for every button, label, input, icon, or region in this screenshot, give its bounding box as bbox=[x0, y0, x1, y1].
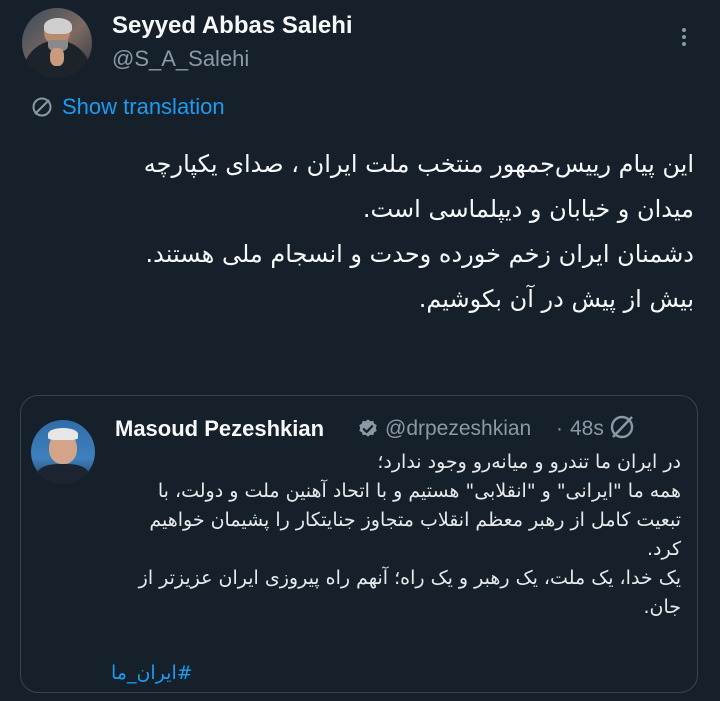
tweet-text-line: بیش از پیش در آن بکوشیم. bbox=[418, 285, 694, 313]
author-avatar[interactable] bbox=[22, 8, 92, 78]
verified-badge-icon bbox=[359, 419, 377, 437]
quoted-author-handle[interactable]: @drpezeshkian bbox=[385, 417, 531, 441]
tweet-text-line: این پیام رییس‌جمهور منتخب ملت ایران ، صد… bbox=[143, 150, 694, 178]
grok-icon[interactable] bbox=[607, 412, 637, 442]
quoted-text-line: کرد. bbox=[646, 538, 681, 560]
quoted-text-line: تبعیت کامل از رهبر معظم انقلاب متجاوز جن… bbox=[149, 509, 681, 531]
hashtag-link[interactable]: #ایران_ما bbox=[111, 662, 193, 684]
author-handle[interactable]: @S_A_Salehi bbox=[112, 46, 249, 72]
tweet: Seyyed Abbas Salehi @S_A_Salehi Show tra… bbox=[0, 0, 720, 701]
author-display-name[interactable]: Seyyed Abbas Salehi bbox=[112, 12, 353, 40]
quoted-timestamp[interactable]: 48s bbox=[570, 417, 604, 441]
more-dots-icon[interactable] bbox=[672, 22, 696, 52]
quoted-text-line: جان. bbox=[643, 596, 681, 618]
translate-globe-icon bbox=[32, 97, 52, 117]
separator-dot: · bbox=[556, 417, 563, 440]
tweet-text-line: دشمنان ایران زخم خورده وحدت و انسجام ملی… bbox=[145, 240, 694, 268]
quoted-tweet-text: در ایران ما تندرو و میانه‌رو وجود ندارد؛… bbox=[101, 448, 681, 622]
tweet-text-line: میدان و خیابان و دیپلماسی است. bbox=[362, 195, 694, 223]
quoted-text-line: یک خدا، یک ملت، یک رهبر و یک راه؛ آنهم ر… bbox=[138, 567, 681, 589]
quoted-author-name[interactable]: Masoud Pezeshkian bbox=[115, 416, 324, 442]
quoted-text-line: در ایران ما تندرو و میانه‌رو وجود ندارد؛ bbox=[377, 451, 681, 473]
tweet-text: این پیام رییس‌جمهور منتخب ملت ایران ، صد… bbox=[24, 142, 694, 322]
quoted-author-avatar[interactable] bbox=[31, 420, 95, 484]
show-translation-button[interactable]: Show translation bbox=[30, 94, 225, 120]
quoted-text-line: همه ما "ایرانی" و "انقلابی" هستیم و با ا… bbox=[157, 480, 681, 502]
quoted-tweet[interactable]: Masoud Pezeshkian @drpezeshkian · 48s در… bbox=[20, 395, 698, 693]
show-translation-label: Show translation bbox=[62, 94, 225, 119]
